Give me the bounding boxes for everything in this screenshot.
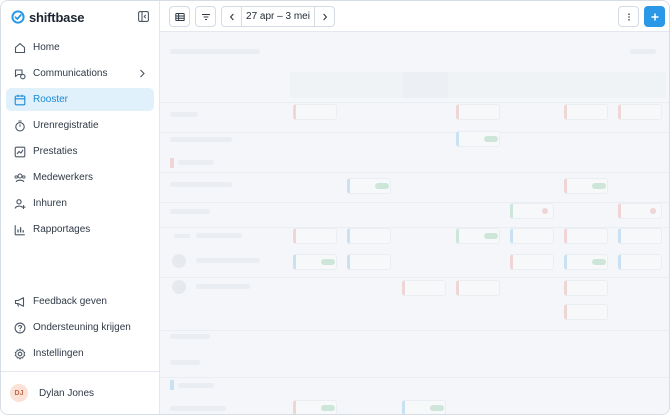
chart-box-icon [14, 146, 26, 157]
loading-schedule-placeholder [160, 32, 669, 414]
bar-chart-icon [14, 224, 25, 235]
more-options-button[interactable] [618, 6, 639, 27]
filter-button[interactable] [195, 6, 216, 27]
sidebar: shiftbase Home Communications Rooster Ur… [1, 1, 160, 414]
table-view-icon [174, 12, 185, 21]
users-icon [14, 172, 26, 182]
calendar-icon [14, 94, 26, 105]
sidebar-item-label: Ondersteuning krijgen [33, 322, 131, 333]
schedule-area [160, 32, 669, 414]
chat-icon [14, 68, 26, 79]
sidebar-item-inhuren[interactable]: Inhuren [6, 192, 154, 215]
next-week-button[interactable] [314, 7, 334, 26]
sidebar-item-support[interactable]: Ondersteuning krijgen [6, 316, 154, 339]
filter-icon [201, 13, 210, 20]
sidebar-item-label: Rapportages [33, 224, 91, 235]
sidebar-item-label: Medewerkers [33, 172, 94, 183]
more-vertical-icon [627, 12, 630, 21]
previous-week-button[interactable] [222, 7, 242, 26]
brand-name: shiftbase [29, 9, 85, 25]
chevron-right-icon [322, 13, 327, 20]
help-icon [14, 322, 26, 333]
sidebar-item-urenregistratie[interactable]: Urenregistratie [6, 114, 154, 137]
stopwatch-icon [15, 119, 25, 132]
collapse-sidebar-icon[interactable] [138, 11, 149, 22]
megaphone-icon [14, 296, 25, 307]
sidebar-item-label: Instellingen [33, 348, 84, 359]
sidebar-item-feedback[interactable]: Feedback geven [6, 290, 154, 313]
chevron-right-icon [140, 69, 145, 78]
sidebar-item-settings[interactable]: Instellingen [6, 342, 154, 365]
avatar: DJ [10, 384, 28, 402]
brand[interactable]: shiftbase [11, 9, 84, 25]
sidebar-item-home[interactable]: Home [6, 36, 154, 59]
shiftbase-logo-icon [11, 10, 25, 24]
sidebar-item-label: Inhuren [33, 198, 67, 209]
app-window: shiftbase Home Communications Rooster Ur… [0, 0, 670, 415]
chevron-left-icon [229, 13, 234, 20]
sidebar-item-medewerkers[interactable]: Medewerkers [6, 166, 154, 189]
sidebar-item-prestaties[interactable]: Prestaties [6, 140, 154, 163]
user-add-icon [14, 198, 26, 209]
user-name: Dylan Jones [39, 387, 95, 399]
gear-icon [14, 347, 26, 360]
main-nav: Home Communications Rooster Urenregistra… [6, 36, 154, 244]
home-icon [14, 42, 26, 53]
date-range-label[interactable]: 27 apr – 3 mei [242, 7, 314, 26]
sidebar-item-label: Rooster [33, 94, 69, 105]
sidebar-item-communications[interactable]: Communications [6, 62, 154, 85]
secondary-nav: Feedback geven Ondersteuning krijgen Ins… [6, 290, 154, 368]
plus-icon [651, 13, 658, 20]
sidebar-item-label: Feedback geven [33, 296, 107, 307]
schedule-toolbar: 27 apr – 3 mei [160, 1, 669, 32]
view-toggle-button[interactable] [169, 6, 190, 27]
sidebar-divider [1, 371, 159, 372]
sidebar-item-rooster[interactable]: Rooster [6, 88, 154, 111]
user-profile[interactable]: DJ Dylan Jones [10, 384, 94, 402]
sidebar-item-label: Prestaties [33, 146, 78, 157]
add-shift-button[interactable] [644, 6, 665, 27]
sidebar-item-label: Home [33, 42, 60, 53]
sidebar-item-label: Urenregistratie [33, 120, 99, 131]
sidebar-item-rapportages[interactable]: Rapportages [6, 218, 154, 241]
sidebar-item-label: Communications [33, 68, 108, 79]
date-navigator: 27 apr – 3 mei [221, 6, 335, 27]
